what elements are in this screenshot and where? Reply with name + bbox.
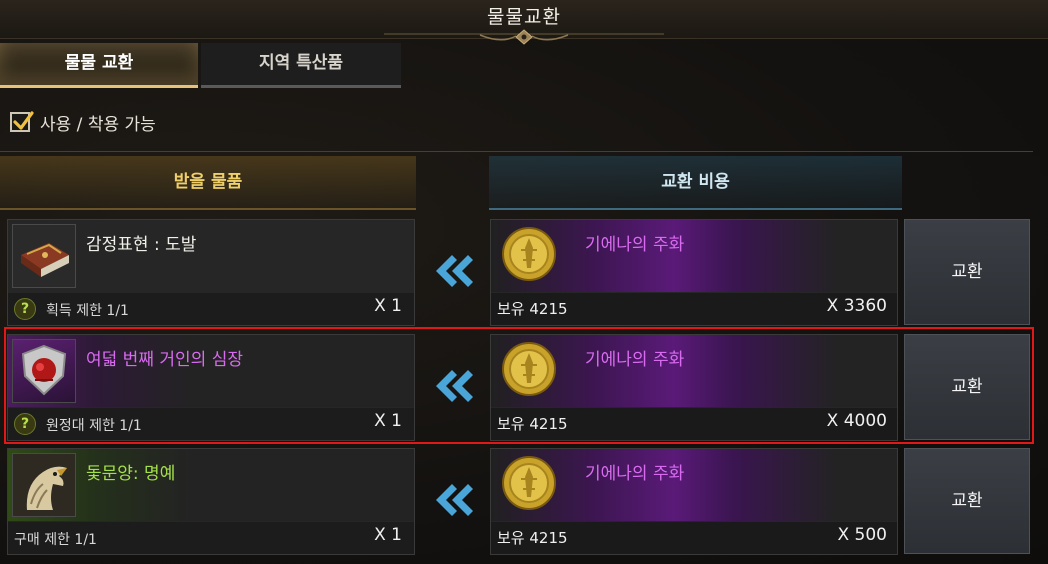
owned-amount: 보유 4215: [497, 300, 568, 318]
question-icon[interactable]: ?: [14, 413, 36, 435]
reward-quantity: X 1: [374, 411, 402, 431]
question-icon[interactable]: ?: [14, 298, 36, 320]
cost-item-slot[interactable]: 기에나의 주화 보유 4215 X 3360: [490, 219, 898, 326]
exchange-row: 돛문양: 명예 구매 제한 1/1 X 1 기에나의 주화 보유 4215 X …: [0, 448, 1048, 560]
double-chevron-left-icon: [436, 255, 473, 287]
reward-limit: 원정대 제한 1/1: [46, 418, 142, 434]
tab-barter[interactable]: 물물 교환: [0, 43, 198, 88]
cost-item-slot[interactable]: 기에나의 주화 보유 4215 X 500: [490, 448, 898, 555]
double-chevron-left-icon: [436, 484, 473, 516]
reward-quantity: X 1: [374, 525, 402, 545]
gold-coin-icon: [502, 227, 556, 281]
reward-item-slot[interactable]: 여덟 번째 거인의 심장 ? 원정대 제한 1/1 X 1: [7, 334, 415, 441]
double-chevron-left-icon: [436, 370, 473, 402]
exchange-row: 여덟 번째 거인의 심장 ? 원정대 제한 1/1 X 1 기에나의 주화 보유…: [0, 334, 1048, 446]
reward-quantity: X 1: [374, 296, 402, 316]
receive-column-header: 받을 물품: [0, 156, 416, 210]
reward-item-name: 감정표현 : 도발: [86, 235, 197, 255]
cost-item-name: 기에나의 주화: [585, 350, 685, 370]
book-icon: [12, 224, 76, 288]
reward-limit: 구매 제한 1/1: [14, 532, 97, 548]
window-title: 물물교환: [487, 6, 561, 28]
owned-amount: 보유 4215: [497, 529, 568, 547]
cost-quantity: X 3360: [826, 296, 887, 316]
cost-quantity: X 500: [837, 525, 888, 545]
owned-amount: 보유 4215: [497, 415, 568, 433]
tab-bar: 물물 교환 지역 특산품: [0, 43, 402, 88]
tab-regional-specialty[interactable]: 지역 특산품: [201, 43, 401, 88]
gold-coin-icon: [502, 342, 556, 396]
usable-filter-label: 사용 / 착용 가능: [40, 114, 156, 135]
title-ornament-icon: [384, 29, 664, 45]
cost-column-header: 교환 비용: [489, 156, 902, 210]
reward-limit: 획득 제한 1/1: [46, 303, 129, 319]
giant-heart-icon: [12, 339, 76, 403]
cost-item-name: 기에나의 주화: [585, 235, 685, 255]
usable-checkbox[interactable]: [10, 111, 34, 132]
reward-item-name: 여덟 번째 거인의 심장: [86, 350, 243, 370]
usable-filter[interactable]: 사용 / 착용 가능: [10, 109, 156, 135]
gold-coin-icon: [502, 456, 556, 510]
exchange-button[interactable]: 교환: [904, 448, 1030, 554]
cost-item-slot[interactable]: 기에나의 주화 보유 4215 X 4000: [490, 334, 898, 441]
reward-item-slot[interactable]: 돛문양: 명예 구매 제한 1/1 X 1: [7, 448, 415, 555]
exchange-row: 감정표현 : 도발 ? 획득 제한 1/1 X 1 기에나의 주화 보유 421…: [0, 219, 1048, 331]
reward-item-slot[interactable]: 감정표현 : 도발 ? 획득 제한 1/1 X 1: [7, 219, 415, 326]
cost-item-name: 기에나의 주화: [585, 464, 685, 484]
exchange-button[interactable]: 교환: [904, 334, 1030, 440]
eagle-icon: [12, 453, 76, 517]
exchange-button[interactable]: 교환: [904, 219, 1030, 325]
divider: [0, 151, 1033, 152]
reward-item-name: 돛문양: 명예: [86, 464, 176, 484]
cost-quantity: X 4000: [826, 411, 887, 431]
checkmark-icon: [13, 111, 34, 130]
